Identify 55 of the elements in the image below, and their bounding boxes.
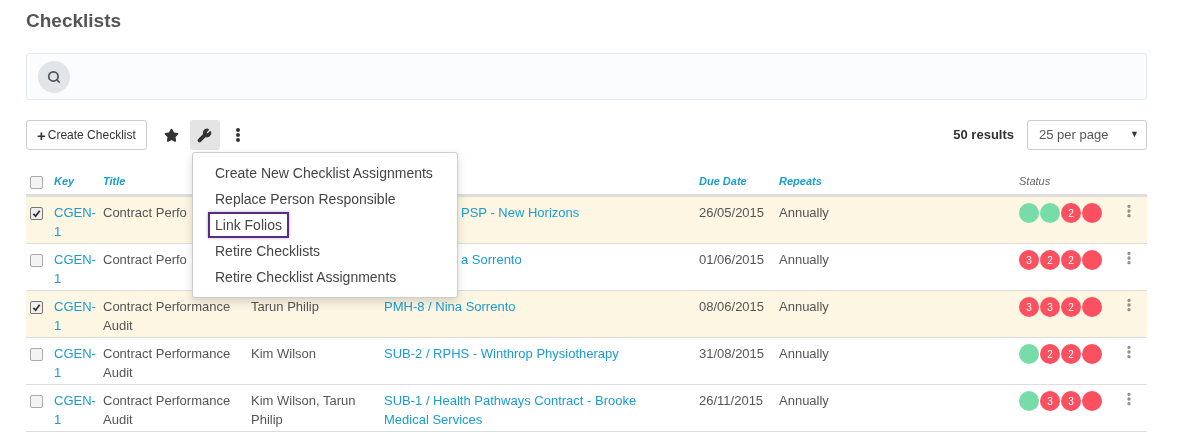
checkbox[interactable] <box>30 176 43 189</box>
key-link[interactable]: CGEN-1 <box>54 297 96 335</box>
menu-item[interactable]: Create New Checklist Assignments <box>208 160 440 186</box>
checkmark-icon <box>32 303 41 312</box>
folio-link[interactable]: PMH-8 / Nina Sorrento <box>384 297 516 316</box>
repeats-cell: Annually <box>779 393 829 408</box>
due-date-cell: 08/06/2015 <box>699 299 765 314</box>
repeats-cell: Annually <box>779 299 829 314</box>
due-date-cell: 26/05/2015 <box>699 205 765 220</box>
table-row[interactable]: CGEN-1 Contract Performance Audit Tarun Philip PMH-8 / Nina Sorrento 08/06/2015 Annually 3 3 2 <box>26 291 1147 338</box>
title-cell-text: Contract Performance Audit <box>103 345 232 382</box>
menu-item[interactable]: Link Folios <box>208 212 289 238</box>
column-header[interactable]: Key <box>54 173 103 190</box>
wrench-button[interactable] <box>189 120 220 150</box>
more-icon <box>235 128 240 142</box>
key-link[interactable]: CGEN-1 <box>54 250 96 288</box>
checkbox[interactable] <box>30 207 43 220</box>
per-page-select[interactable]: 25 per page ▼ <box>1027 120 1147 150</box>
person-cell-text: Tarun Philip <box>251 298 320 316</box>
folio-link[interactable]: a Sorrento <box>461 250 522 269</box>
due-date-cell: 01/06/2015 <box>699 252 765 267</box>
column-header[interactable]: Due Date <box>699 173 779 190</box>
star-icon <box>164 127 180 143</box>
checkbox[interactable] <box>30 395 43 408</box>
key-link[interactable]: CGEN-1 <box>54 391 96 429</box>
checkbox[interactable] <box>30 254 43 267</box>
person-cell-text: Kim Wilson, Tarun Philip <box>251 392 357 429</box>
title-cell-text: Contract Perfo <box>103 251 188 269</box>
plus-icon: + <box>37 127 46 143</box>
folio-link[interactable]: SUB-2 / RPHS - Winthrop Physiotherapy <box>384 344 619 363</box>
title-cell-text: Contract Performance Audit <box>103 298 232 335</box>
repeats-cell: Annually <box>779 252 829 267</box>
repeats-cell: Annually <box>779 346 829 361</box>
due-date-cell: 26/11/2015 <box>699 393 764 408</box>
checkbox[interactable] <box>30 348 43 361</box>
checkmark-icon <box>32 209 41 218</box>
folio-link[interactable]: SUB-1 / Health Pathways Contract - Brooke Medical Services <box>384 391 649 429</box>
menu-item[interactable]: Retire Checklist Assignments <box>208 264 404 290</box>
key-link[interactable]: CGEN-1 <box>54 203 96 241</box>
wrench-icon <box>197 127 213 143</box>
results-count: 50 results <box>953 126 1014 145</box>
column-header[interactable]: Repeats <box>779 173 1019 190</box>
title-cell-text: Contract Performance Audit <box>103 392 232 429</box>
folio-link[interactable]: PSP - New Horizons <box>461 203 580 222</box>
checkbox[interactable] <box>30 301 43 314</box>
due-date-cell: 31/08/2015 <box>699 346 765 361</box>
page-title: Checklists <box>26 9 123 33</box>
person-cell-text: Kim Wilson <box>251 345 317 363</box>
create-checklist-button[interactable]: +Create Checklist <box>26 120 147 150</box>
repeats-cell: Annually <box>779 205 829 220</box>
search-icon[interactable] <box>38 60 70 93</box>
caret-icon: ▼ <box>1130 128 1139 142</box>
key-link[interactable]: CGEN-1 <box>54 344 96 382</box>
column-header: Status <box>1019 174 1052 189</box>
title-cell-text: Contract Perfo <box>103 204 188 222</box>
